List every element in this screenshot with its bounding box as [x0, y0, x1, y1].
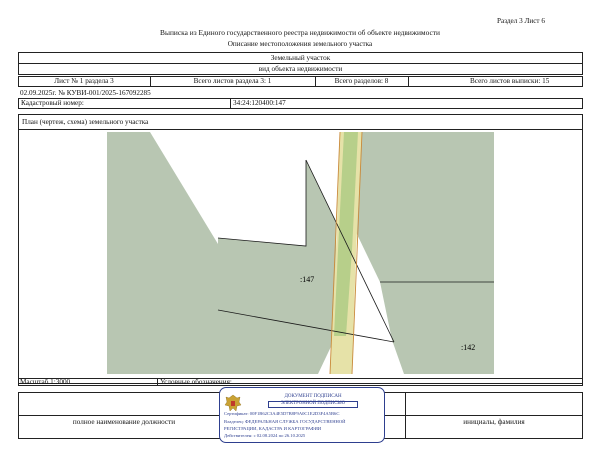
stamp-validity: Действителен: с 02.08.2024 по 26.10.2025 — [224, 433, 306, 438]
stamp-line-1: ДОКУМЕНТ ПОДПИСАН — [284, 394, 342, 399]
name-caption: инициалы, фамилия — [463, 418, 525, 426]
stamp-line-2: ЭЛЕКТРОННОЙ ПОДПИСЬЮ — [280, 401, 346, 406]
divider — [157, 378, 158, 386]
map-scale: Масштаб 1:3000 — [20, 378, 71, 386]
scale-legend-row — [18, 378, 583, 386]
divider — [405, 392, 406, 439]
legend-label: Условные обозначения: — [160, 378, 232, 386]
parcel-label-142: :142 — [461, 343, 475, 352]
stamp-certificate: Сертификат: 00F1B62C3A4E5D7B8F9A0C1E2D3F… — [224, 411, 340, 416]
parcel-right-top — [354, 132, 494, 282]
position-caption: полное наименование должности — [72, 418, 176, 426]
stamp-owner: Владелец: ФЕДЕРАЛЬНАЯ СЛУЖБА ГОСУДАРСТВЕ… — [224, 419, 346, 424]
electronic-signature-stamp: ДОКУМЕНТ ПОДПИСАН ЭЛЕКТРОННОЙ ПОДПИСЬЮ С… — [219, 387, 385, 443]
parcel-label-147: :147 — [300, 275, 314, 284]
stamp-owner-cont: РЕГИСТРАЦИИ, КАДАСТРА И КАРТОГРАФИИ — [224, 426, 322, 431]
